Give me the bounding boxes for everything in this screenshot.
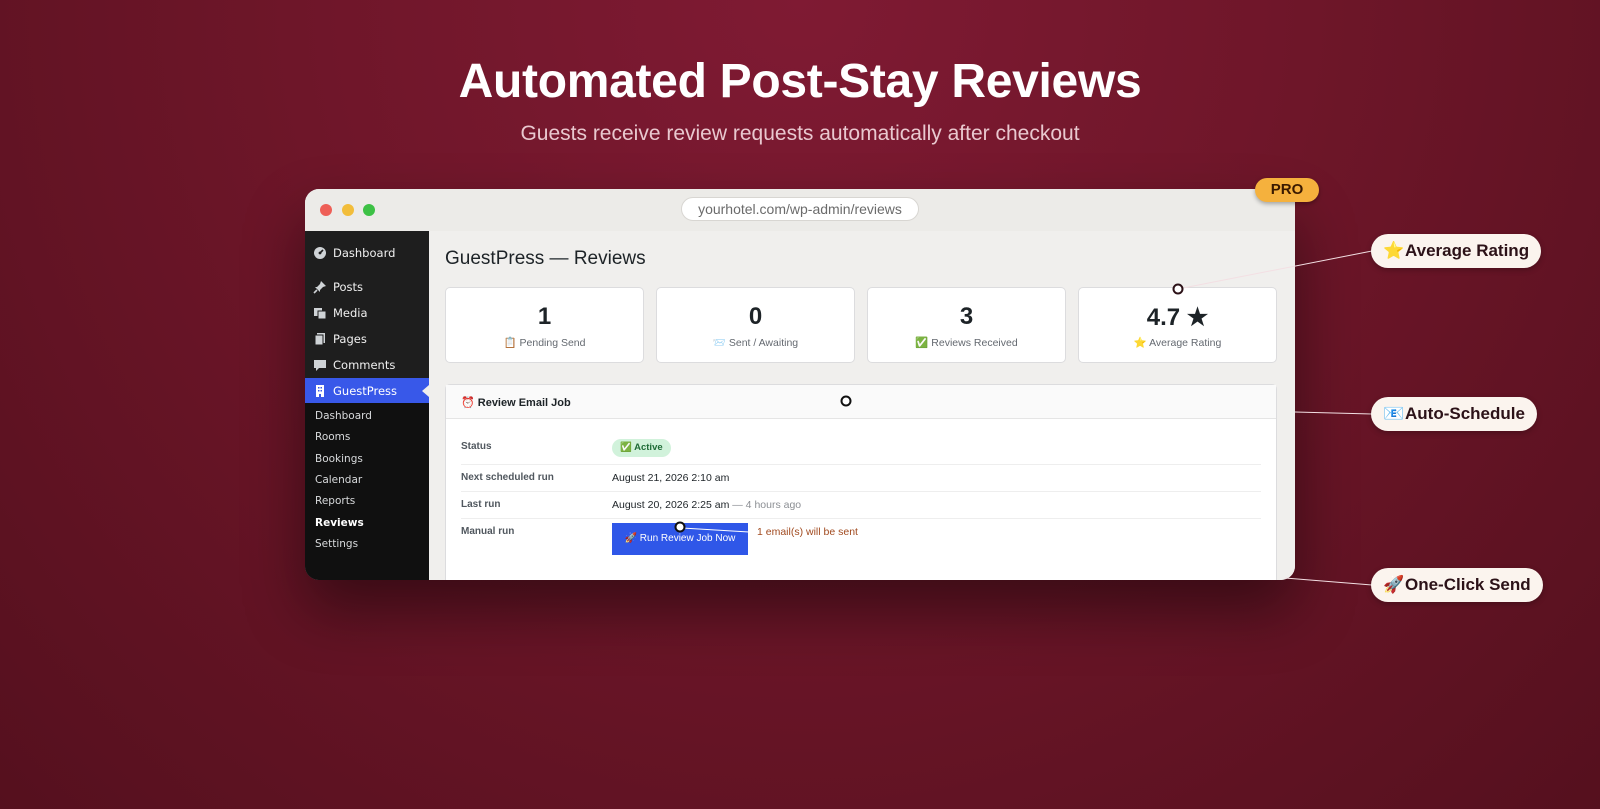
submenu-item-dashboard[interactable]: Dashboard <box>315 410 372 422</box>
sidebar-item-label: Pages <box>333 332 367 346</box>
sidebar-item-label: GuestPress <box>333 384 398 398</box>
sidebar-item-label: Media <box>333 306 368 320</box>
hero-title: Automated Post-Stay Reviews <box>458 55 1142 108</box>
connector-line <box>1294 411 1373 415</box>
run-review-job-button[interactable]: 🚀 Run Review Job Now <box>612 523 748 555</box>
last-run-row: August 20, 2026 2:25 am — 4 hours ago <box>612 499 801 511</box>
callout-label: One-Click Send <box>1405 575 1531 594</box>
url-bar[interactable]: yourhotel.com/wp-admin/reviews <box>681 197 919 221</box>
sidebar-item-label: Posts <box>333 280 364 294</box>
submenu-item-reports[interactable]: Reports <box>315 495 355 507</box>
hero-subtitle: Guests receive review requests automatic… <box>520 122 1080 145</box>
sidebar-item-label: Comments <box>333 358 396 372</box>
maximize-window-button[interactable] <box>363 204 375 216</box>
callout-label: Auto-Schedule <box>1405 404 1525 423</box>
wp-admin-sidebar: Dashboard Posts Media Pages Comments Gue… <box>305 231 429 580</box>
callout-label: Average Rating <box>1405 241 1530 260</box>
building-icon <box>316 385 324 397</box>
sidebar-item-posts[interactable]: Posts <box>305 274 429 300</box>
browser-window: yourhotel.com/wp-admin/reviews Dashboard… <box>305 189 1295 580</box>
pin-icon <box>313 281 326 294</box>
connector-line <box>1284 577 1373 586</box>
callout-average-rating: ⭐Average Rating <box>1371 234 1542 268</box>
minimize-window-button[interactable] <box>342 204 354 216</box>
pages-icon <box>314 333 325 346</box>
stat-value: 0 <box>748 303 763 330</box>
status-badge: ✅ Active <box>612 439 671 457</box>
page-title: GuestPress — Reviews <box>445 248 646 269</box>
next-run-label: Next scheduled run <box>461 472 554 483</box>
row-divider <box>461 518 1261 519</box>
stat-label: ✅ Reviews Received <box>915 337 1018 349</box>
submenu-item-calendar[interactable]: Calendar <box>315 474 362 486</box>
stat-value: 3 <box>959 303 974 330</box>
job-title: ⏰ Review Email Job <box>461 397 571 409</box>
media-icon <box>314 308 327 320</box>
email-count-note: 1 email(s) will be sent <box>757 526 858 538</box>
callout-one-click-send: 🚀One-Click Send <box>1371 568 1543 602</box>
stat-card-sent: 0 📨 Sent / Awaiting <box>656 287 855 363</box>
stat-value: 4.7 ★ <box>1146 304 1209 331</box>
stat-card-pending: 1 📋 Pending Send <box>445 287 644 363</box>
close-window-button[interactable] <box>320 204 332 216</box>
job-panel-header: ⏰ Review Email Job <box>446 385 1276 419</box>
stat-card-received: 3 ✅ Reviews Received <box>867 287 1066 363</box>
row-divider <box>461 464 1261 465</box>
submenu-item-rooms[interactable]: Rooms <box>315 431 350 443</box>
stat-value: 1 <box>537 303 552 330</box>
stat-label: 📨 Sent / Awaiting <box>712 337 799 349</box>
manual-run-label: Manual run <box>461 526 515 537</box>
sidebar-item-media[interactable]: Media <box>305 300 429 326</box>
submenu-item-settings[interactable]: Settings <box>315 538 358 550</box>
main-content: GuestPress — Reviews 1 📋 Pending Send 0 … <box>429 231 1295 580</box>
submenu-item-bookings[interactable]: Bookings <box>315 453 363 465</box>
stat-label: ⭐ Average Rating <box>1133 337 1222 349</box>
sidebar-item-dashboard[interactable]: Dashboard <box>305 240 429 266</box>
callout-auto-schedule: 📧Auto-Schedule <box>1371 397 1537 431</box>
last-run-ago: — 4 hours ago <box>732 499 802 511</box>
email-icon: 📧 <box>1383 404 1405 423</box>
submenu-item-reviews[interactable]: Reviews <box>315 517 364 529</box>
sidebar-item-comments[interactable]: Comments <box>305 352 429 378</box>
row-divider <box>461 491 1261 492</box>
last-run-label: Last run <box>461 499 501 510</box>
dashboard-icon <box>314 247 326 259</box>
last-run-value: August 20, 2026 2:25 am <box>612 499 730 511</box>
comment-icon <box>314 360 326 371</box>
stat-card-rating: 4.7 ★ ⭐ Average Rating <box>1078 287 1277 363</box>
guestpress-submenu: Dashboard Rooms Bookings Calendar Report… <box>305 403 429 580</box>
review-email-job-panel: ⏰ Review Email Job Status ✅ Active Next … <box>445 384 1277 580</box>
rocket-icon: 🚀 <box>1383 575 1405 594</box>
sidebar-item-label: Dashboard <box>333 246 396 260</box>
status-label: Status <box>461 441 492 452</box>
stat-label: 📋 Pending Send <box>503 337 586 349</box>
sidebar-item-pages[interactable]: Pages <box>305 326 429 352</box>
pro-badge: PRO <box>1255 178 1319 202</box>
browser-titlebar: yourhotel.com/wp-admin/reviews <box>305 189 1295 231</box>
star-icon: ⭐ <box>1383 241 1405 260</box>
sidebar-item-guestpress[interactable]: GuestPress <box>305 378 429 404</box>
next-run-value: August 21, 2026 2:10 am <box>612 472 730 484</box>
